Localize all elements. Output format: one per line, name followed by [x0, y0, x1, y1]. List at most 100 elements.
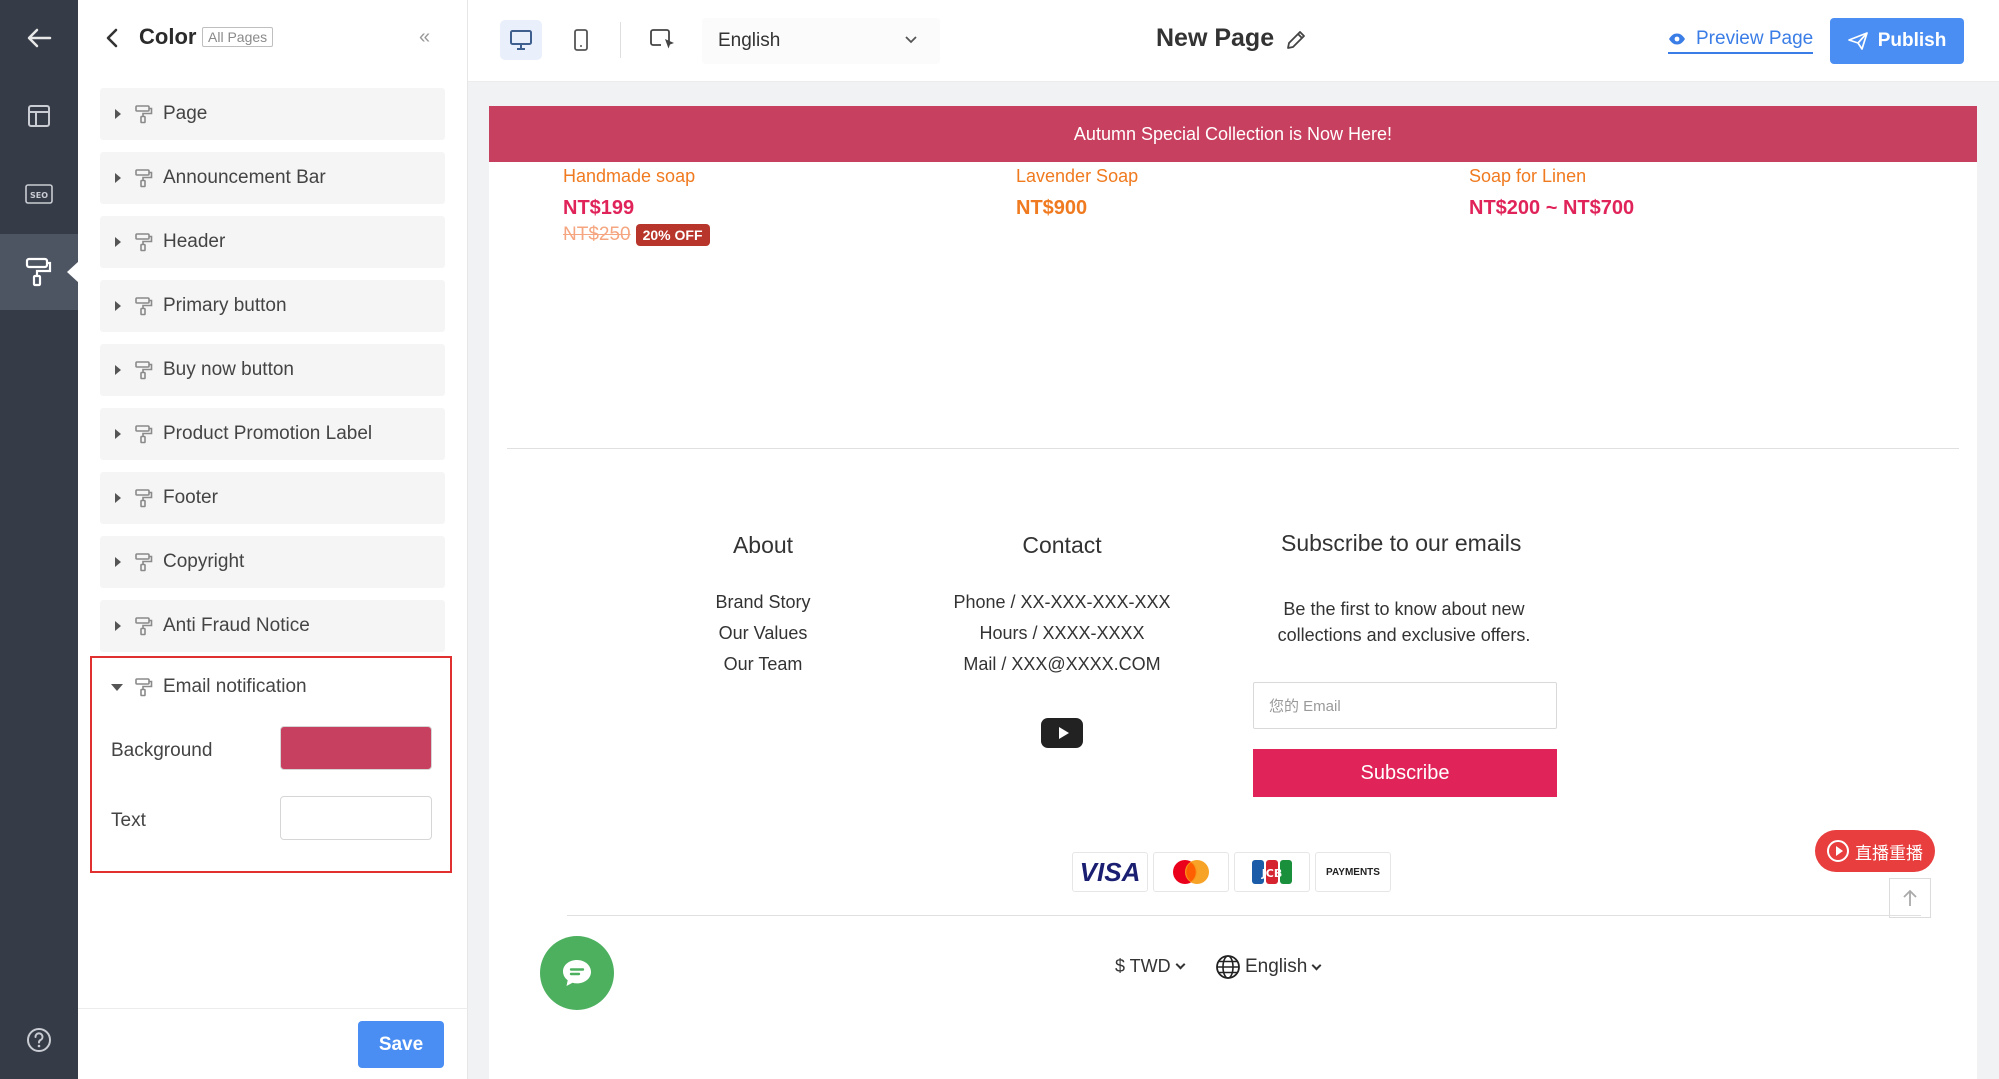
- panel-header: Color All Pages «: [78, 0, 468, 78]
- scroll-to-top-icon[interactable]: [1889, 878, 1931, 918]
- email-notification-section: Email notification Background Text: [90, 656, 452, 873]
- footer-divider: [567, 915, 1921, 916]
- chevron-down-icon: [1311, 960, 1322, 970]
- color-section-item[interactable]: Footer: [100, 472, 445, 524]
- publish-label: Publish: [1877, 30, 1947, 51]
- product-name: Lavender Soap: [1016, 166, 1139, 186]
- color-section-item[interactable]: Announcement Bar: [100, 152, 445, 204]
- footer-contact-heading: Contact: [1022, 532, 1102, 558]
- back-arrow-icon[interactable]: [0, 0, 78, 76]
- language-select-value: English: [718, 30, 781, 51]
- text-label: Text: [111, 810, 146, 831]
- footer-language-selector[interactable]: English: [1215, 954, 1322, 980]
- email-notification-label: Email notification: [163, 676, 307, 697]
- send-icon: [1847, 32, 1868, 50]
- seo-icon[interactable]: SEO: [0, 156, 78, 232]
- color-section-label: Announcement Bar: [163, 167, 326, 188]
- paint-roller-icon[interactable]: [0, 234, 79, 310]
- panel-footer: Save: [78, 1008, 468, 1079]
- pencil-edit-icon[interactable]: [1284, 28, 1308, 52]
- email-notification-header[interactable]: Email notification: [102, 672, 307, 702]
- all-pages-badge: All Pages: [202, 27, 274, 47]
- paint-roller-icon: [135, 233, 153, 252]
- app-rail: SEO: [0, 0, 79, 1079]
- color-section-item[interactable]: Page: [100, 88, 445, 140]
- subscribe-description: Be the first to know about new collectio…: [1229, 596, 1579, 648]
- color-section-item[interactable]: Buy now button: [100, 344, 445, 396]
- svg-text:SEO: SEO: [30, 191, 48, 200]
- jcb-logo: JCB: [1234, 852, 1310, 892]
- currency-value: $ TWD: [1115, 956, 1171, 976]
- product-old-price: NT$250: [563, 224, 631, 245]
- section-divider: [507, 448, 1959, 449]
- caret-right-icon: [115, 365, 121, 375]
- paint-roller-icon: [135, 361, 153, 380]
- play-icon: [1827, 840, 1849, 862]
- paint-roller-icon: [135, 105, 153, 124]
- caret-right-icon: [115, 493, 121, 503]
- footer-link[interactable]: Our Values: [653, 618, 873, 649]
- youtube-icon[interactable]: [1041, 718, 1083, 748]
- subscribe-heading: Subscribe to our emails: [1281, 530, 1522, 556]
- footer-link[interactable]: Brand Story: [653, 587, 873, 618]
- caret-right-icon: [115, 429, 121, 439]
- color-section-item[interactable]: Product Promotion Label: [100, 408, 445, 460]
- toolbar-divider: [620, 22, 621, 58]
- color-section-item[interactable]: Anti Fraud Notice: [100, 600, 445, 652]
- paint-roller-icon: [135, 489, 153, 508]
- product-price: NT$900: [1016, 197, 1088, 219]
- subscribe-desc-line: Be the first to know about new: [1283, 599, 1525, 619]
- desktop-view-icon[interactable]: [500, 20, 542, 60]
- subscribe-button[interactable]: Subscribe: [1253, 749, 1557, 797]
- background-color-swatch[interactable]: [280, 726, 432, 770]
- footer-link[interactable]: Our Team: [653, 649, 873, 680]
- layout-icon[interactable]: [0, 78, 78, 154]
- page-name: New Page: [1156, 24, 1275, 52]
- color-section-item[interactable]: Copyright: [100, 536, 445, 588]
- language-select[interactable]: English: [702, 18, 940, 64]
- select-element-icon[interactable]: [642, 20, 684, 60]
- top-toolbar: English New Page Preview Page Publish: [468, 0, 1999, 82]
- save-button[interactable]: Save: [358, 1021, 444, 1068]
- color-section-item[interactable]: Header: [100, 216, 445, 268]
- discount-badge: 20% OFF: [635, 224, 710, 246]
- collapse-panel-icon[interactable]: «: [419, 26, 430, 49]
- currency-selector[interactable]: $ TWD: [1115, 956, 1186, 977]
- product-card[interactable]: Soap for Linen NT$200 ~ NT$700: [1469, 166, 1634, 220]
- product-card[interactable]: Handmade soap NT$199 NT$250 20% OFF: [563, 166, 710, 246]
- color-section-label: Header: [163, 231, 226, 252]
- preview-page-link[interactable]: Preview Page: [1668, 28, 1814, 54]
- color-section-label: Page: [163, 103, 208, 124]
- paint-roller-icon: [135, 297, 153, 316]
- live-replay-button[interactable]: 直播重播: [1815, 830, 1935, 872]
- caret-right-icon: [115, 301, 121, 311]
- product-card[interactable]: Lavender Soap NT$900: [1016, 166, 1138, 220]
- chevron-left-icon[interactable]: [102, 26, 122, 50]
- publish-button[interactable]: Publish: [1830, 18, 1964, 64]
- live-replay-label: 直播重播: [1855, 843, 1923, 863]
- subscribe-email-input[interactable]: 您的 Email: [1253, 682, 1557, 729]
- svg-text:JCB: JCB: [1261, 867, 1283, 880]
- footer-about: About Brand Story Our Values Our Team: [653, 532, 873, 680]
- chat-bubble-icon[interactable]: [540, 936, 614, 1010]
- caret-right-icon: [115, 109, 121, 119]
- color-section-label: Product Promotion Label: [163, 423, 373, 444]
- product-price: NT$199: [563, 197, 635, 219]
- color-section-label: Copyright: [163, 551, 245, 572]
- color-settings-panel: Color All Pages « Page Announcement Bar He…: [78, 0, 468, 1079]
- footer-contact-line: Hours / XXXX-XXXX: [979, 623, 1145, 643]
- paint-roller-icon: [135, 425, 153, 444]
- color-section-label: Primary button: [163, 295, 287, 316]
- preview-canvas: Autumn Special Collection is Now Here! H…: [468, 82, 1999, 1079]
- payments-logo: PAYMENTS: [1315, 852, 1391, 892]
- text-color-swatch[interactable]: [280, 796, 432, 840]
- help-icon[interactable]: [0, 1002, 78, 1078]
- visa-text: VISA: [1079, 856, 1141, 887]
- mobile-view-icon[interactable]: [560, 20, 602, 60]
- page-preview: Autumn Special Collection is Now Here! H…: [489, 106, 1977, 1079]
- product-discount-row: NT$250 20% OFF: [563, 224, 710, 246]
- color-section-label: Footer: [163, 487, 218, 508]
- color-section-item[interactable]: Primary button: [100, 280, 445, 332]
- caret-right-icon: [115, 173, 121, 183]
- visa-logo: VISA: [1072, 852, 1148, 892]
